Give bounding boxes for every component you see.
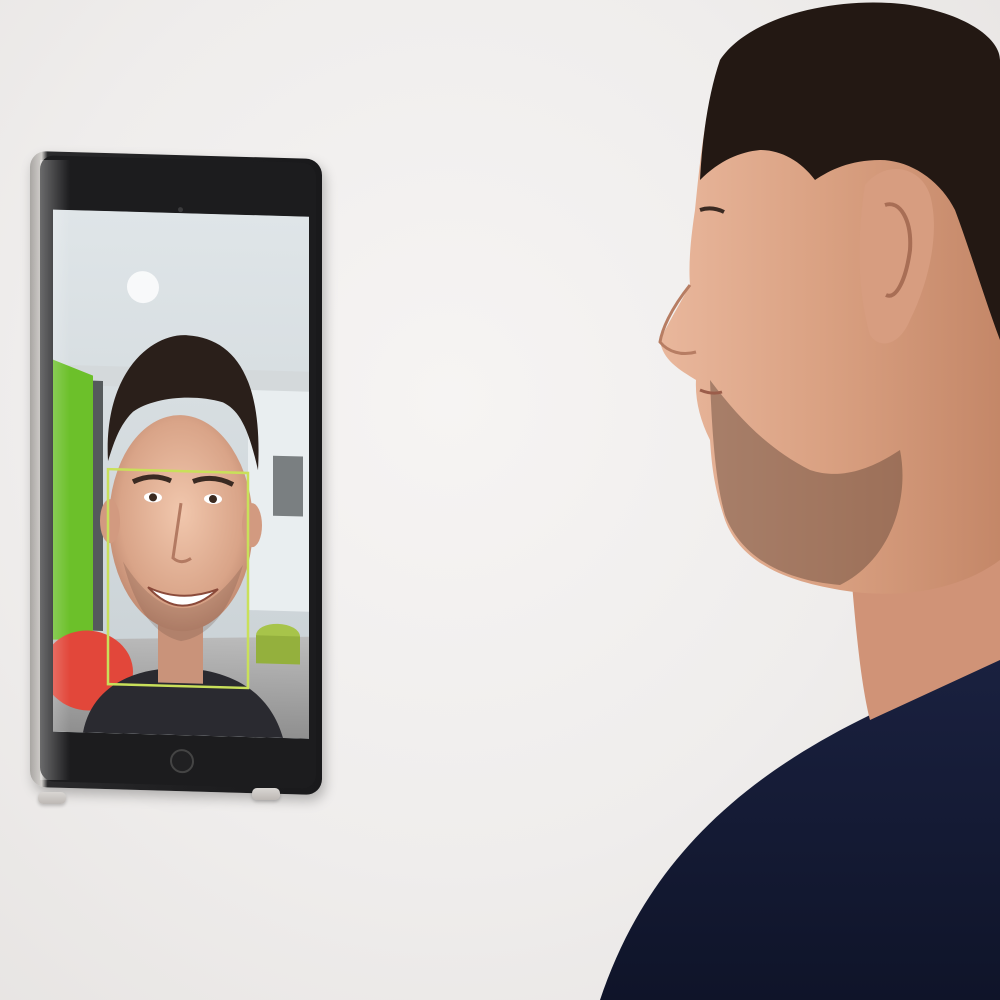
front-camera-icon (178, 207, 183, 213)
camera-feed (53, 209, 309, 739)
tablet-screen[interactable] (53, 209, 309, 739)
wall-mount-clip-left (38, 792, 66, 804)
home-button-icon[interactable] (170, 748, 194, 774)
photo-scene (0, 0, 1000, 1000)
person-profile (600, 2, 1000, 1000)
shirt (600, 650, 1000, 1000)
green-wall (53, 359, 93, 660)
wall-mount-clip-right (252, 788, 280, 800)
tablet-device (30, 150, 322, 796)
